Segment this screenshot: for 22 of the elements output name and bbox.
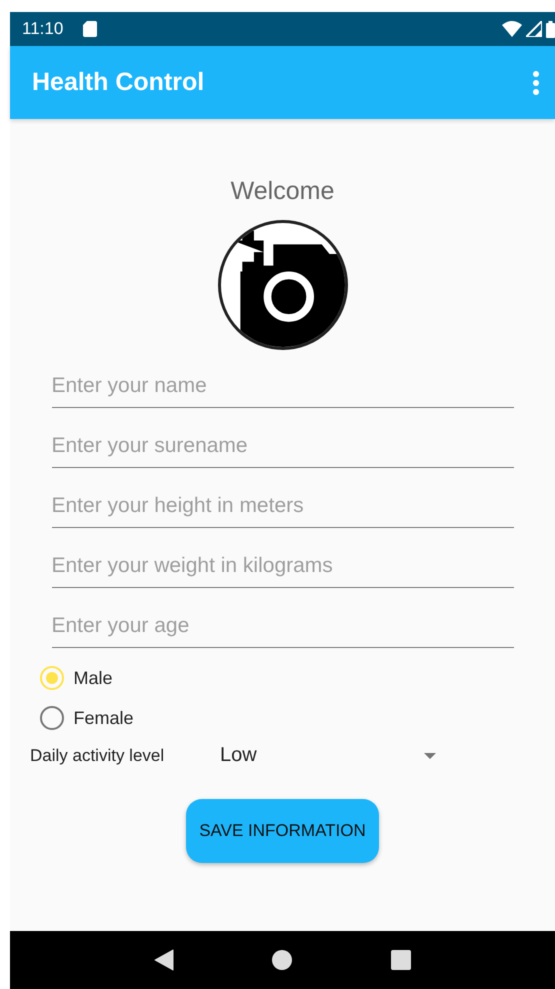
dropdown-caret-icon <box>424 752 436 758</box>
input-field[interactable]: Enter your name <box>52 362 514 408</box>
battery-icon <box>546 20 555 38</box>
wifi-icon <box>502 21 522 37</box>
input-field[interactable]: Enter your age <box>52 602 514 648</box>
input-field[interactable]: Enter your height in meters <box>52 482 514 528</box>
save-button[interactable]: SAVE INFORMATION <box>186 799 379 863</box>
signal-icon <box>526 21 542 37</box>
input-field[interactable]: Enter your surename <box>52 422 514 468</box>
welcome-heading: Welcome <box>230 177 334 206</box>
home-icon[interactable] <box>272 950 292 970</box>
sd-card-icon <box>83 21 98 37</box>
back-icon[interactable] <box>154 949 174 971</box>
app-title: Health Control <box>32 68 204 97</box>
status-time: 11:10 <box>22 19 64 39</box>
radio-button[interactable] <box>40 706 64 730</box>
activity-label: Daily activity level <box>30 746 166 766</box>
recents-icon[interactable] <box>390 950 411 970</box>
input-field[interactable]: Enter your weight in kilograms <box>52 542 514 588</box>
radio-option[interactable]: Male <box>40 666 526 690</box>
radio-option[interactable]: Female <box>40 706 526 730</box>
activity-dropdown[interactable]: Low <box>220 744 436 767</box>
